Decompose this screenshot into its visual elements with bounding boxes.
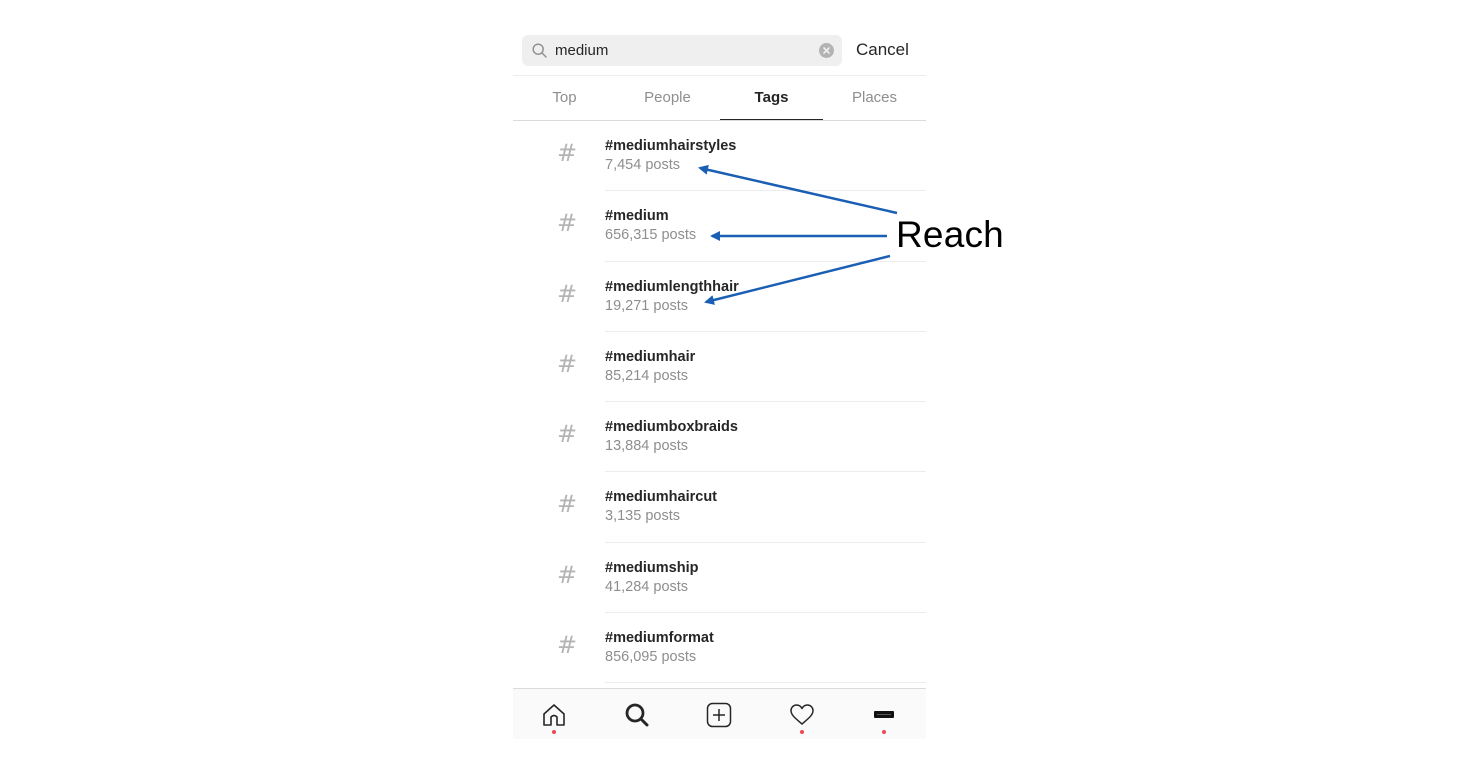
arrow-to-mediumhairstyles: [698, 164, 898, 215]
reach-annotation-label: Reach: [896, 214, 1004, 255]
arrow-to-mediumlengthhair: [704, 254, 891, 305]
annotation-arrows: [698, 164, 898, 305]
